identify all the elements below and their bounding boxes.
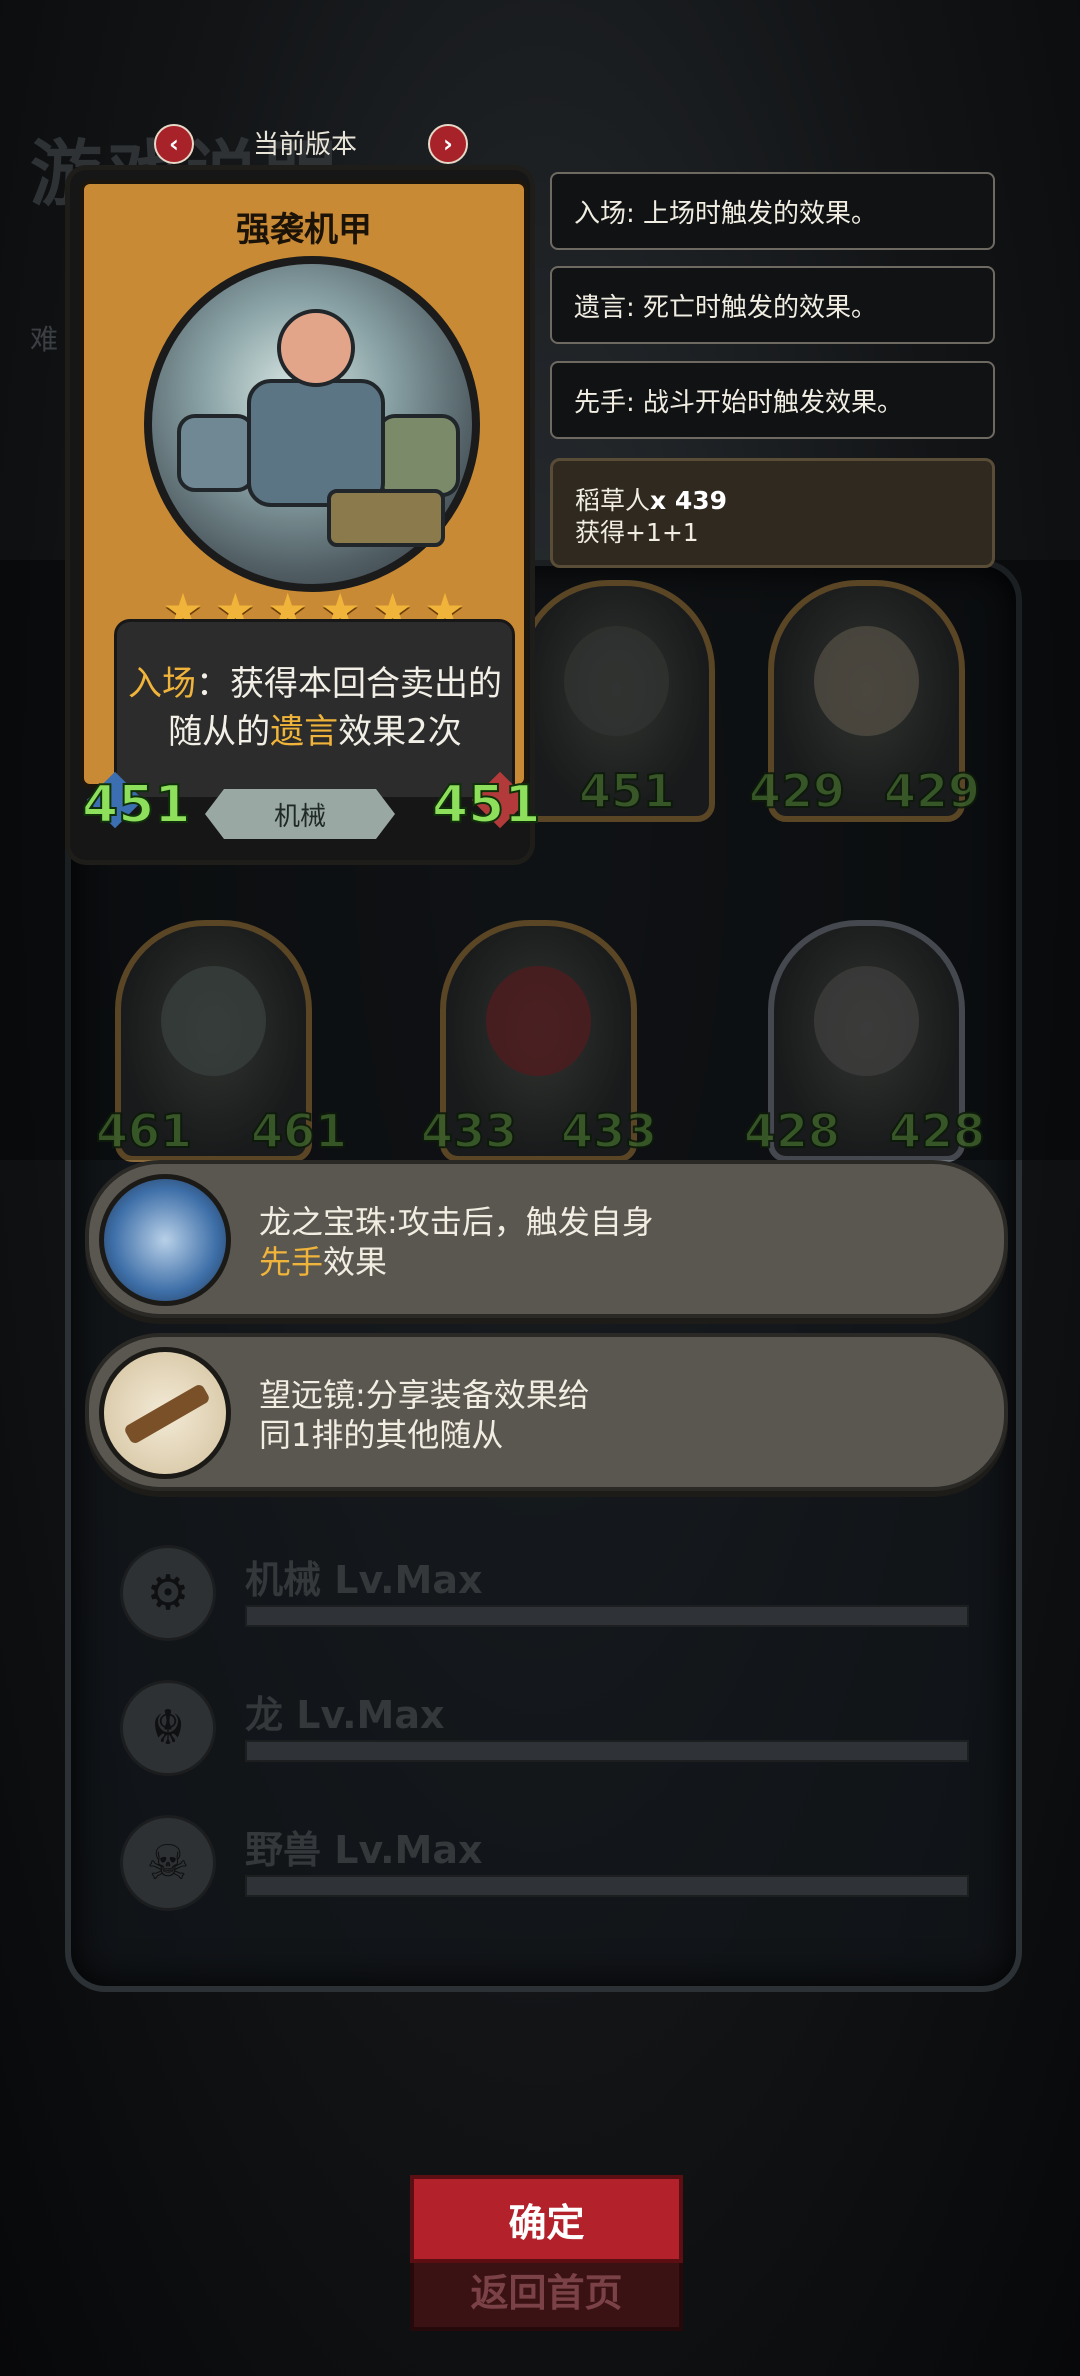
reward-line-2: 获得+1+1 (575, 518, 699, 547)
pilot-head (277, 309, 355, 387)
telescope-icon (99, 1347, 231, 1479)
card-description-text: 入场：获得本回合卖出的随从的遗言效果2次 (125, 660, 505, 756)
tribe-label: 龙 Lv.Max (245, 1693, 445, 1737)
tribe-row-mech: ⚙ 机械 Lv.Max (120, 1545, 970, 1645)
equipment-line-1: 龙之宝珠:攻击后，触发自身 (259, 1203, 654, 1241)
equipment-line-2: 同1排的其他随从 (259, 1416, 504, 1454)
equipment-line-2: 先手效果 (259, 1242, 654, 1282)
version-label: 当前版本 (252, 130, 357, 160)
telescope-shape (123, 1382, 211, 1446)
version-selector: ‹ 当前版本 › (150, 120, 468, 168)
equipment-description: 望远镜:分享装备效果给 同1排的其他随从 (259, 1375, 590, 1455)
robot-arm-right (377, 414, 460, 497)
card-description: 入场：获得本回合卖出的随从的遗言效果2次 (114, 619, 515, 800)
confirm-button[interactable]: 确定 (410, 2175, 683, 2263)
card-name: 强袭机甲 (236, 210, 372, 250)
keyword-firststrike: 先手 (259, 1243, 324, 1281)
tribe-progress-bar (245, 1875, 969, 1897)
robot-body (247, 379, 385, 507)
card-stats: 451 机械 451 (70, 771, 542, 860)
dragon-orb-icon (99, 1174, 231, 1306)
keyword-info-deathrattle: 遗言: 死亡时触发的效果。 (550, 266, 995, 344)
equipment-suffix: 效果 (323, 1243, 388, 1281)
mech-icon: ⚙ (120, 1545, 216, 1641)
tribe-progress-bar (245, 1740, 969, 1762)
beast-icon: ☠ (120, 1815, 216, 1911)
keyword-info-battlecry: 入场: 上场时触发的效果。 (550, 172, 995, 250)
reward-name: 稻草人 (575, 486, 651, 515)
keyword-deathrattle: 遗言 (270, 712, 339, 752)
reward-count: x 439 (650, 486, 728, 515)
tribe-progress-bar (245, 1605, 969, 1627)
tribe-row-beast: ☠ 野兽 Lv.Max (120, 1815, 970, 1915)
card-portrait (144, 256, 480, 592)
minion-card: 强袭机甲 ★ ★ ★ ★ ★ ★ 入场：获得本回合卖出的随从的遗言效果2次 45… (70, 170, 542, 860)
keyword-battlecry: 入场 (128, 664, 196, 704)
equipment-line-1: 望远镜:分享装备效果给 (259, 1376, 590, 1414)
chevron-left-icon[interactable]: ‹ (154, 124, 194, 164)
reward-line-1: 稻草人x 439 (575, 485, 992, 517)
background-side-label: 难 (30, 323, 59, 356)
card-frame: 强袭机甲 ★ ★ ★ ★ ★ ★ 入场：获得本回合卖出的随从的遗言效果2次 (80, 180, 528, 800)
equipment-telescope[interactable]: 望远镜:分享装备效果给 同1排的其他随从 (85, 1333, 1008, 1491)
tribe-label: 野兽 Lv.Max (245, 1828, 483, 1872)
card-health: 451 (431, 774, 542, 836)
tribe-row-dragon: ☬ 龙 Lv.Max (120, 1680, 970, 1780)
dragon-icon: ☬ (120, 1680, 216, 1776)
reward-info: 稻草人x 439 获得+1+1 (550, 458, 995, 568)
tribe-label: 机械 Lv.Max (245, 1558, 483, 1602)
card-tribe-tag: 机械 (205, 789, 395, 839)
robot-arm-left (177, 414, 255, 492)
equipment-description: 龙之宝珠:攻击后，触发自身 先手效果 (259, 1202, 654, 1282)
robot-track (327, 489, 445, 547)
description-tail: 效果2次 (338, 712, 462, 752)
card-attack: 451 (81, 774, 192, 836)
equipment-dragon-orb[interactable]: 龙之宝珠:攻击后，触发自身 先手效果 (85, 1160, 1008, 1318)
keyword-info-firststrike: 先手: 战斗开始时触发效果。 (550, 361, 995, 439)
chevron-right-icon[interactable]: › (428, 124, 468, 164)
